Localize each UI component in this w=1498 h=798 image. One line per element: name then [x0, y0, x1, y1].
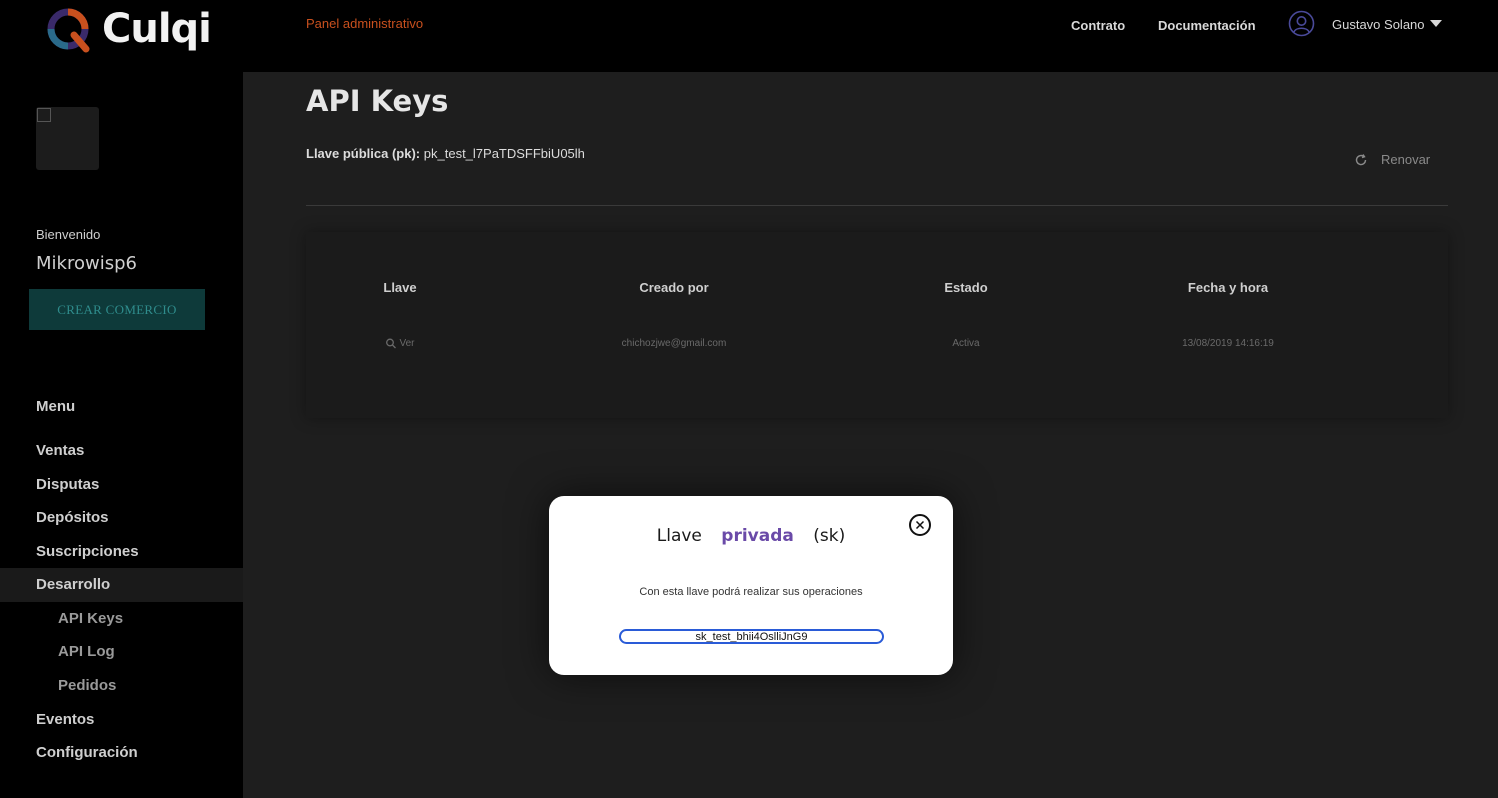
private-key-modal: Llave privada (sk) Con esta llave podrá …	[549, 496, 953, 675]
cell-created-by: chichozjwe@gmail.com	[621, 338, 727, 349]
cell-datetime: 13/08/2019 14:16:19	[1182, 338, 1274, 349]
welcome-label: Bienvenido	[36, 227, 101, 242]
page-title: API Keys	[306, 84, 449, 118]
public-key-value: pk_test_l7PaTDSFFbiU05lh	[423, 146, 585, 161]
sidebar-subitem-api-keys[interactable]: API Keys	[0, 602, 243, 636]
sidebar-item-eventos[interactable]: Eventos	[0, 703, 243, 737]
broken-image-icon	[37, 108, 51, 122]
user-circle-icon[interactable]	[1288, 10, 1315, 37]
view-key-label: Ver	[399, 338, 415, 349]
culqi-logo-icon	[44, 5, 92, 53]
nav-link-contrato[interactable]: Contrato	[1071, 18, 1125, 33]
nav-link-documentacion[interactable]: Documentación	[1158, 18, 1256, 33]
close-icon[interactable]	[909, 514, 931, 536]
logo-text: Culqi	[102, 6, 212, 52]
create-commerce-button[interactable]: CREAR COMERCIO	[29, 289, 205, 330]
sidebar-item-suscripciones[interactable]: Suscripciones	[0, 535, 243, 569]
secret-key-field[interactable]	[619, 629, 884, 644]
sidebar-item-configuracion[interactable]: Configuración	[0, 736, 243, 770]
sidebar-item-disputas[interactable]: Disputas	[0, 468, 243, 502]
sidebar-item-ventas[interactable]: Ventas	[0, 434, 243, 468]
view-key-link[interactable]: Ver	[385, 338, 415, 349]
sidebar-item-desarrollo[interactable]: Desarrollo	[0, 568, 243, 602]
top-bar: Culqi Panel administrativo Contrato Docu…	[0, 0, 1498, 72]
caret-down-icon[interactable]	[1430, 20, 1442, 27]
modal-title-word-1: Llave	[656, 526, 702, 546]
sidebar-subitem-api-log[interactable]: API Log	[0, 635, 243, 669]
sidebar-subitem-pedidos[interactable]: Pedidos	[0, 669, 243, 703]
main-content: API Keys Llave pública (pk): pk_test_l7P…	[243, 72, 1498, 798]
logo[interactable]: Culqi	[44, 3, 212, 55]
modal-title: Llave privada (sk)	[549, 526, 953, 546]
modal-title-word-3: (sk)	[813, 526, 846, 546]
panel-admin-label: Panel administrativo	[306, 16, 424, 31]
sidebar: Bienvenido Mikrowisp6 CREAR COMERCIO Men…	[0, 72, 243, 798]
sidebar-item-depositos[interactable]: Depósitos	[0, 501, 243, 535]
modal-title-word-2: privada	[721, 526, 794, 546]
divider	[306, 205, 1448, 206]
public-key-label: Llave pública (pk):	[306, 146, 421, 161]
search-icon	[385, 338, 396, 349]
refresh-icon	[1354, 153, 1368, 167]
table-header-llave: Llave	[383, 280, 417, 295]
user-name[interactable]: Gustavo Solano	[1332, 17, 1425, 32]
api-keys-table: Llave Creado por Estado Fecha y hora Ver…	[306, 232, 1448, 418]
table-header-creado-por: Creado por	[639, 280, 709, 295]
menu-heading: Menu	[36, 398, 76, 415]
cell-status: Activa	[952, 338, 980, 349]
avatar	[36, 107, 99, 170]
renew-button[interactable]: Renovar	[1354, 152, 1430, 167]
renew-label: Renovar	[1381, 152, 1431, 167]
table-header-fecha: Fecha y hora	[1187, 280, 1269, 295]
modal-description: Con esta llave podrá realizar sus operac…	[639, 586, 863, 598]
table-header-estado: Estado	[944, 280, 988, 295]
company-name: Mikrowisp6	[36, 253, 137, 274]
public-key-line: Llave pública (pk): pk_test_l7PaTDSFFbiU…	[306, 146, 585, 161]
